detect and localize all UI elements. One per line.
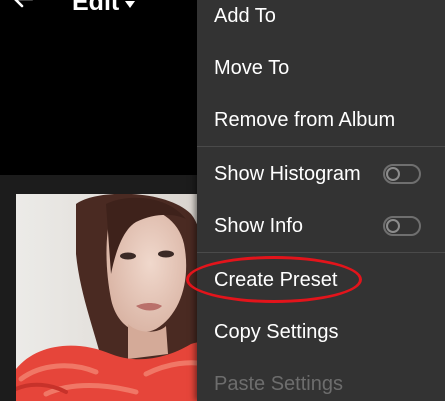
menu-item-paste-settings: Paste Settings bbox=[197, 358, 445, 401]
show-info-toggle[interactable] bbox=[383, 216, 421, 236]
menu-item-label: Paste Settings bbox=[214, 372, 343, 395]
page-title: Edit bbox=[72, 0, 120, 16]
caret-down-icon bbox=[125, 0, 136, 8]
menu-item-remove-from-album[interactable]: Remove from Album bbox=[197, 94, 445, 146]
photo-thumbnail[interactable] bbox=[16, 194, 216, 401]
show-histogram-toggle[interactable] bbox=[383, 164, 421, 184]
menu-item-move-to[interactable]: Move To bbox=[197, 42, 445, 94]
menu-item-show-info[interactable]: Show Info bbox=[197, 200, 445, 252]
menu-divider bbox=[197, 252, 445, 253]
menu-item-label: Remove from Album bbox=[214, 108, 396, 131]
menu-item-copy-settings[interactable]: Copy Settings bbox=[197, 306, 445, 358]
menu-item-label: Add To bbox=[214, 4, 276, 27]
overflow-menu: Add To Move To Remove from Album Show Hi… bbox=[197, 0, 445, 401]
title-dropdown[interactable]: Edit bbox=[72, 0, 136, 17]
lightroom-edit-screen: Edit Add To Move To Remove from Album Sh… bbox=[0, 0, 445, 401]
menu-item-label: Show Info bbox=[214, 214, 303, 237]
toggle-knob bbox=[386, 219, 400, 233]
menu-item-show-histogram[interactable]: Show Histogram bbox=[197, 148, 445, 200]
menu-item-label: Show Histogram bbox=[214, 162, 361, 185]
menu-item-label: Move To bbox=[214, 56, 290, 79]
menu-item-label: Create Preset bbox=[214, 268, 338, 291]
menu-item-add-to[interactable]: Add To bbox=[197, 0, 445, 42]
menu-item-label: Copy Settings bbox=[214, 320, 339, 343]
toggle-knob bbox=[386, 167, 400, 181]
menu-divider bbox=[197, 146, 445, 147]
arrow-left-icon[interactable] bbox=[10, 0, 36, 12]
menu-item-create-preset[interactable]: Create Preset bbox=[197, 254, 445, 306]
